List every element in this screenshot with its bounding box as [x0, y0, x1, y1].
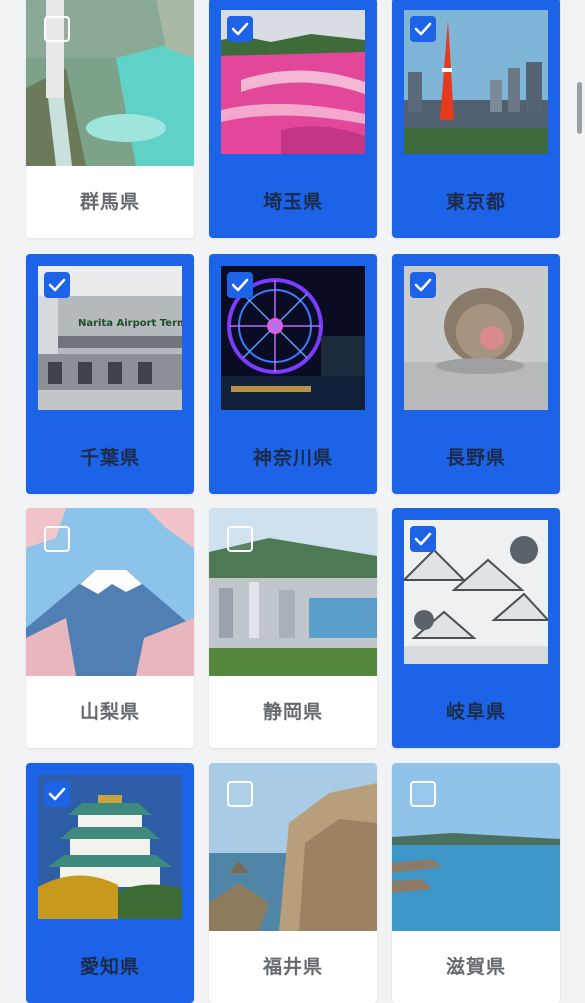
prefecture-card-saitama[interactable]: 埼玉県	[209, 0, 377, 238]
checkmark-icon	[414, 532, 432, 546]
checkbox[interactable]	[227, 526, 253, 552]
prefecture-card-aichi[interactable]: 愛知県	[26, 763, 194, 1003]
checkbox[interactable]	[227, 16, 253, 42]
prefecture-label: 福井県	[262, 955, 323, 978]
checkbox[interactable]	[44, 526, 70, 552]
checkbox[interactable]	[410, 16, 436, 42]
prefecture-label: 岐阜県	[445, 700, 506, 723]
prefecture-card-shizuoka[interactable]: 静岡県	[209, 508, 377, 748]
prefecture-card-gifu[interactable]: 岐阜県	[392, 508, 560, 748]
checkmark-icon	[414, 22, 432, 36]
prefecture-card-fukui[interactable]: 福井県	[209, 763, 377, 1003]
prefecture-card-gunma[interactable]: 群馬県	[26, 0, 194, 238]
checkbox[interactable]	[44, 16, 70, 42]
prefecture-label: 神奈川県	[252, 446, 333, 469]
prefecture-card-yamanashi[interactable]: 山梨県	[26, 508, 194, 748]
scrollbar-thumb[interactable]	[577, 82, 582, 134]
prefecture-label: 埼玉県	[262, 190, 323, 213]
prefecture-label: 静岡県	[262, 700, 323, 723]
checkbox[interactable]	[410, 526, 436, 552]
checkmark-icon	[231, 278, 249, 292]
prefecture-card-kanagawa[interactable]: 神奈川県	[209, 254, 377, 494]
checkbox[interactable]	[227, 781, 253, 807]
prefecture-label: 滋賀県	[445, 955, 506, 978]
chiba-photo-sign: Narita Airport Terminal	[78, 318, 182, 329]
prefecture-label: 山梨県	[79, 700, 140, 723]
checkbox[interactable]	[410, 272, 436, 298]
prefecture-card-nagano[interactable]: 長野県	[392, 254, 560, 494]
prefecture-card-chiba[interactable]: Narita Airport Terminal 千葉県	[26, 254, 194, 494]
prefecture-grid: 群馬県 埼玉県 東京都 Narita Airport Ter 千葉県 神奈川県 …	[0, 0, 585, 1003]
checkbox[interactable]	[227, 272, 253, 298]
checkmark-icon	[414, 278, 432, 292]
prefecture-label: 愛知県	[79, 955, 140, 978]
prefecture-label: 千葉県	[79, 446, 140, 469]
prefecture-label: 群馬県	[79, 190, 140, 213]
prefecture-label: 長野県	[445, 446, 506, 469]
checkbox[interactable]	[410, 781, 436, 807]
checkmark-icon	[48, 278, 66, 292]
prefecture-card-shiga[interactable]: 滋賀県	[392, 763, 560, 1003]
prefecture-card-tokyo[interactable]: 東京都	[392, 0, 560, 238]
checkbox[interactable]	[44, 272, 70, 298]
checkbox[interactable]	[44, 781, 70, 807]
checkmark-icon	[48, 787, 66, 801]
prefecture-label: 東京都	[445, 190, 506, 213]
checkmark-icon	[231, 22, 249, 36]
